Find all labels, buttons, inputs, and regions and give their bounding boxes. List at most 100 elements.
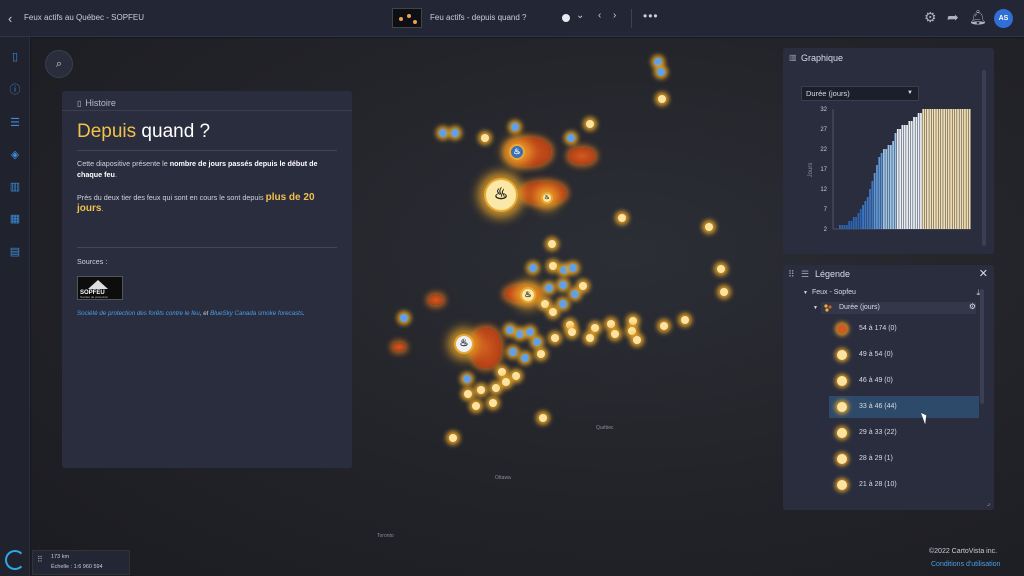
chart-bar[interactable] xyxy=(889,145,892,229)
chart-bar[interactable] xyxy=(952,109,955,229)
fire-perimeter[interactable] xyxy=(471,328,501,368)
fire-point[interactable] xyxy=(559,300,567,308)
chart-bar[interactable] xyxy=(933,109,936,229)
legend-sublayer[interactable]: ▼ Durée (jours) xyxy=(813,302,976,314)
chart-bar[interactable] xyxy=(855,217,858,229)
fire-point[interactable] xyxy=(660,322,668,330)
chart-bar[interactable] xyxy=(959,109,962,229)
chart-bar[interactable] xyxy=(845,225,848,229)
drag-handle-icon[interactable]: ⠿ xyxy=(37,555,43,564)
chart-bar[interactable] xyxy=(852,217,855,229)
fire-perimeter[interactable] xyxy=(429,295,443,305)
fire-point[interactable] xyxy=(657,68,665,76)
expand-caret-icon[interactable]: ▼ xyxy=(803,290,808,296)
settings-gear-icon[interactable]: ⚙ xyxy=(924,9,937,26)
chart-bar[interactable] xyxy=(947,109,950,229)
legend-item[interactable]: 46 à 49 (0) xyxy=(829,370,979,392)
fire-point[interactable] xyxy=(591,324,599,332)
legend-item[interactable]: 49 à 54 (0) xyxy=(829,344,979,366)
fire-point[interactable] xyxy=(571,290,579,298)
fire-point[interactable] xyxy=(451,129,459,137)
legend-scrollbar[interactable] xyxy=(980,289,984,404)
fire-point[interactable] xyxy=(511,123,519,131)
fire-point[interactable] xyxy=(512,372,520,380)
info-icon[interactable]: ⓘ xyxy=(7,82,23,98)
fire-point[interactable] xyxy=(579,282,587,290)
fire-point[interactable] xyxy=(681,316,689,324)
fire-point[interactable] xyxy=(439,129,447,137)
fire-point[interactable] xyxy=(567,134,575,142)
fire-point[interactable] xyxy=(449,434,457,442)
chart-bar[interactable] xyxy=(950,109,952,229)
chart-bar[interactable] xyxy=(954,109,957,229)
chart-bar[interactable] xyxy=(876,165,878,229)
map-icon[interactable]: ▯ xyxy=(7,49,23,65)
source-link-bluesky[interactable]: BlueSky Canada smoke forecasts xyxy=(210,310,303,317)
chart-bar[interactable] xyxy=(873,173,876,229)
book-icon[interactable]: ▤ xyxy=(7,244,23,260)
chart-bar[interactable] xyxy=(894,133,897,229)
fire-point[interactable] xyxy=(537,350,545,358)
chart-bar[interactable] xyxy=(931,109,934,229)
fire-icon[interactable]: ♨ xyxy=(509,144,525,160)
chart-bar[interactable] xyxy=(883,149,885,229)
user-avatar[interactable]: AS xyxy=(994,9,1013,28)
fire-point[interactable] xyxy=(551,334,559,342)
fire-point[interactable] xyxy=(526,328,534,336)
fire-point[interactable] xyxy=(549,308,557,316)
fire-point[interactable] xyxy=(516,330,524,338)
chart-bar[interactable] xyxy=(920,113,922,229)
chart-bar[interactable] xyxy=(938,109,941,229)
fire-point[interactable] xyxy=(705,223,713,231)
fire-point[interactable] xyxy=(502,378,510,386)
chart-bar[interactable] xyxy=(871,181,874,229)
fire-icon[interactable]: ♨ xyxy=(520,287,536,303)
fire-point[interactable] xyxy=(568,328,576,336)
layer-settings-gear-icon[interactable]: ⚙ xyxy=(969,302,976,311)
fire-point[interactable] xyxy=(629,317,637,325)
large-fire-icon[interactable]: ♨ xyxy=(484,178,518,212)
chart-bar[interactable] xyxy=(968,109,971,229)
chart-bar[interactable] xyxy=(943,109,946,229)
chart-bar[interactable] xyxy=(906,125,908,229)
fire-point[interactable] xyxy=(509,348,517,356)
notification-bell-icon[interactable]: 🔔︎ xyxy=(969,9,987,26)
chart-bar[interactable] xyxy=(878,157,881,229)
fire-point[interactable] xyxy=(533,338,541,346)
expand-caret-icon[interactable]: ▼ xyxy=(813,302,818,314)
fire-point[interactable] xyxy=(477,386,485,394)
fire-point[interactable] xyxy=(618,214,626,222)
fire-point[interactable] xyxy=(569,264,577,272)
chart-bar[interactable] xyxy=(966,109,969,229)
chart-bar[interactable] xyxy=(924,109,927,229)
chart-bar[interactable] xyxy=(910,121,913,229)
share-icon[interactable]: ➦ xyxy=(947,9,959,26)
chart-bar[interactable] xyxy=(922,109,925,229)
chart-bar[interactable] xyxy=(961,109,964,229)
fire-point[interactable] xyxy=(560,266,568,274)
legend-item[interactable]: 33 à 46 (44) xyxy=(829,396,979,418)
resize-handle-icon[interactable]: ⌟ xyxy=(987,499,990,507)
slide-dropdown-chevron-icon[interactable]: ⌄ xyxy=(576,10,584,21)
more-options-icon[interactable]: ••• xyxy=(643,9,659,23)
back-chevron-icon[interactable]: ‹ xyxy=(8,11,12,26)
chart-bar[interactable] xyxy=(908,121,911,229)
layers-icon[interactable]: ◈ xyxy=(7,147,23,163)
fire-point[interactable] xyxy=(720,288,728,296)
chart-icon[interactable]: ▥ xyxy=(7,179,23,195)
fire-perimeter[interactable] xyxy=(393,343,405,351)
fire-point[interactable] xyxy=(586,120,594,128)
legend-item[interactable]: 21 à 28 (10) xyxy=(829,474,979,496)
drag-handle-icon[interactable]: ⠿ xyxy=(788,269,795,280)
fire-point[interactable] xyxy=(506,326,514,334)
legend-item[interactable]: 29 à 33 (22) xyxy=(829,422,979,444)
fire-point[interactable] xyxy=(548,240,556,248)
chart-bar[interactable] xyxy=(929,109,932,229)
fire-point[interactable] xyxy=(498,368,506,376)
fire-point[interactable] xyxy=(541,300,549,308)
previous-slide-icon[interactable]: ‹ xyxy=(598,10,601,21)
chart-bar[interactable] xyxy=(903,125,906,229)
fire-icon[interactable]: ♨ xyxy=(454,334,474,354)
fire-point[interactable] xyxy=(545,284,553,292)
table-icon[interactable]: ▦ xyxy=(7,211,23,227)
